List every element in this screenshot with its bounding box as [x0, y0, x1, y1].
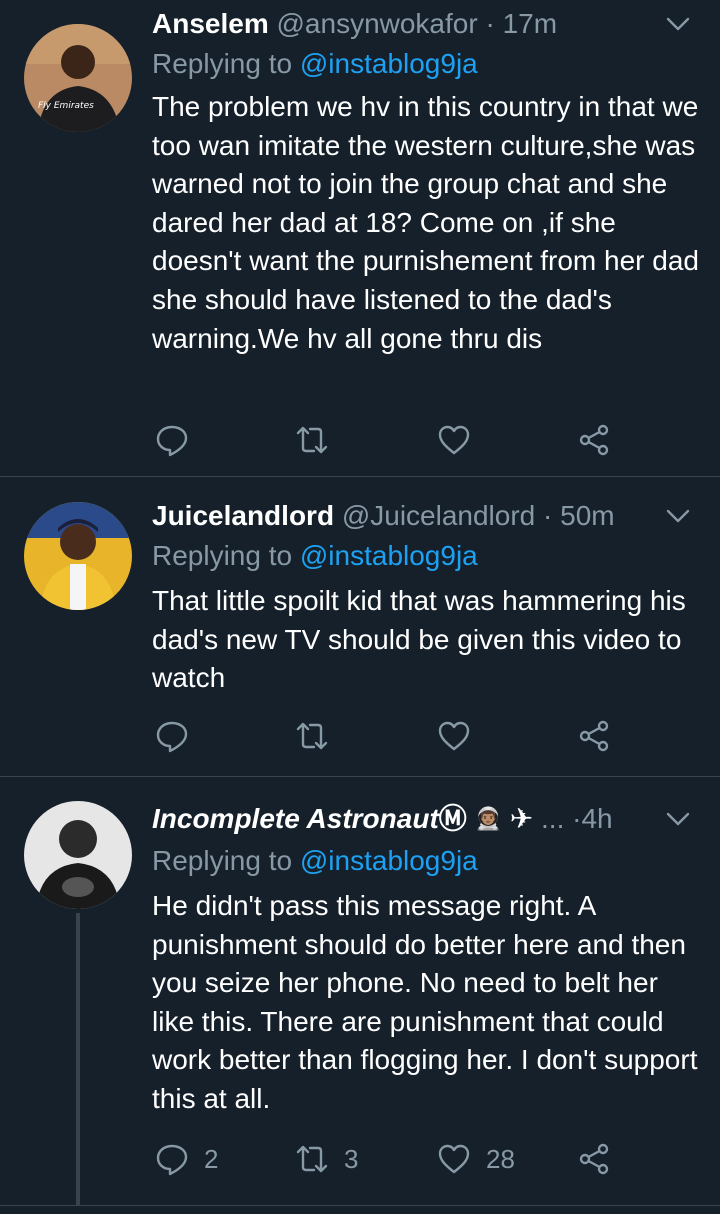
share-button[interactable]: [576, 714, 612, 758]
heart-icon: [438, 425, 470, 455]
like-button[interactable]: [436, 714, 486, 758]
retweet-icon: [296, 722, 328, 750]
share-button[interactable]: [576, 418, 612, 462]
timestamp[interactable]: 17m: [503, 8, 557, 39]
timestamp[interactable]: 50m: [560, 500, 614, 531]
reply-button[interactable]: [154, 714, 204, 758]
chevron-down-icon[interactable]: [662, 803, 694, 835]
reply-icon: [156, 425, 188, 457]
chevron-down-icon[interactable]: [662, 500, 694, 532]
avatar-anselem[interactable]: Fly Emirates: [24, 24, 132, 132]
like-button[interactable]: 28: [436, 1137, 515, 1181]
avatar-anselem-jersey-text: Fly Emirates: [38, 101, 94, 111]
tweet-actions: [152, 714, 632, 758]
mention-link[interactable]: @instablog9ja: [300, 540, 478, 571]
tweet-text: The problem we hv in this country in tha…: [152, 91, 699, 354]
share-icon: [579, 1143, 609, 1175]
tweet-header: Anselem @ansynwokafor · 17m: [152, 4, 700, 44]
airplane-emoji-icon: ✈: [509, 803, 534, 834]
avatar-juicelandlord[interactable]: [24, 502, 132, 610]
replying-to: Replying to @instablog9ja: [152, 841, 478, 881]
user-handle[interactable]: @ansynwokafor: [277, 8, 478, 39]
reply-button[interactable]: [154, 418, 204, 462]
tweet-incomplete-astronaut[interactable]: Incomplete AstronautⓂ 👨🏽‍🚀 ✈ ... ·4h Rep…: [0, 777, 720, 1206]
display-name[interactable]: Anselem: [152, 8, 269, 39]
mention-link[interactable]: @instablog9ja: [300, 845, 478, 876]
tweet-anselem[interactable]: Fly Emirates Anselem @ansynwokafor · 17m…: [0, 0, 720, 477]
reply-icon: [156, 721, 188, 753]
display-name[interactable]: Incomplete Astronaut: [152, 803, 439, 834]
user-handle[interactable]: @Juicelandlord: [342, 500, 535, 531]
tweet-juicelandlord[interactable]: Juicelandlord @Juicelandlord · 50m Reply…: [0, 476, 720, 777]
replying-to: Replying to @instablog9ja: [152, 536, 478, 576]
tweet-text: That little spoilt kid that was hammerin…: [152, 585, 686, 694]
retweet-button[interactable]: 3: [294, 1137, 358, 1181]
retweet-icon: [296, 426, 328, 454]
reply-button[interactable]: 2: [154, 1137, 218, 1181]
avatar-anselem-image: Fly Emirates: [24, 24, 132, 132]
retweet-button[interactable]: [294, 714, 344, 758]
display-name[interactable]: Juicelandlord: [152, 500, 334, 531]
share-icon: [579, 720, 609, 752]
replying-to-label: Replying to: [152, 540, 293, 571]
name-badge-icon: Ⓜ: [438, 803, 467, 834]
tweet-text: He didn't pass this message right. A pun…: [152, 890, 698, 1114]
separator-dot: ·: [485, 8, 495, 39]
chevron-down-icon[interactable]: [662, 8, 694, 40]
share-icon: [579, 424, 609, 456]
timestamp[interactable]: 4h: [581, 803, 612, 834]
tweet-header: Incomplete AstronautⓂ 👨🏽‍🚀 ✈ ... ·4h: [152, 799, 700, 839]
retweet-count: 3: [344, 1143, 359, 1174]
replying-to: Replying to @instablog9ja: [152, 44, 478, 84]
avatar-incomplete-astronaut[interactable]: [24, 801, 132, 909]
heart-icon: [438, 721, 470, 751]
tweet-header: Juicelandlord @Juicelandlord · 50m: [152, 496, 700, 536]
heart-icon: [438, 1144, 470, 1174]
replying-to-label: Replying to: [152, 48, 293, 79]
reply-count: 2: [204, 1143, 219, 1174]
tweet-actions: [152, 418, 632, 462]
tweet-actions: 2 3 28: [152, 1137, 632, 1181]
share-button[interactable]: [576, 1137, 612, 1181]
mention-link[interactable]: @instablog9ja: [300, 48, 478, 79]
like-count: 28: [486, 1143, 515, 1174]
retweet-button[interactable]: [294, 418, 344, 462]
replying-to-label: Replying to: [152, 845, 293, 876]
reply-icon: [156, 1144, 188, 1176]
thread-connector-line: [76, 913, 80, 1205]
avatar-incomplete-astronaut-image: [24, 801, 132, 909]
retweet-icon: [296, 1145, 328, 1173]
separator-dot: ·: [543, 500, 553, 531]
like-button[interactable]: [436, 418, 486, 462]
truncation-ellipsis: ...: [541, 803, 565, 834]
avatar-juicelandlord-image: [24, 502, 132, 610]
astronaut-emoji-icon: 👨🏽‍🚀: [474, 806, 502, 831]
